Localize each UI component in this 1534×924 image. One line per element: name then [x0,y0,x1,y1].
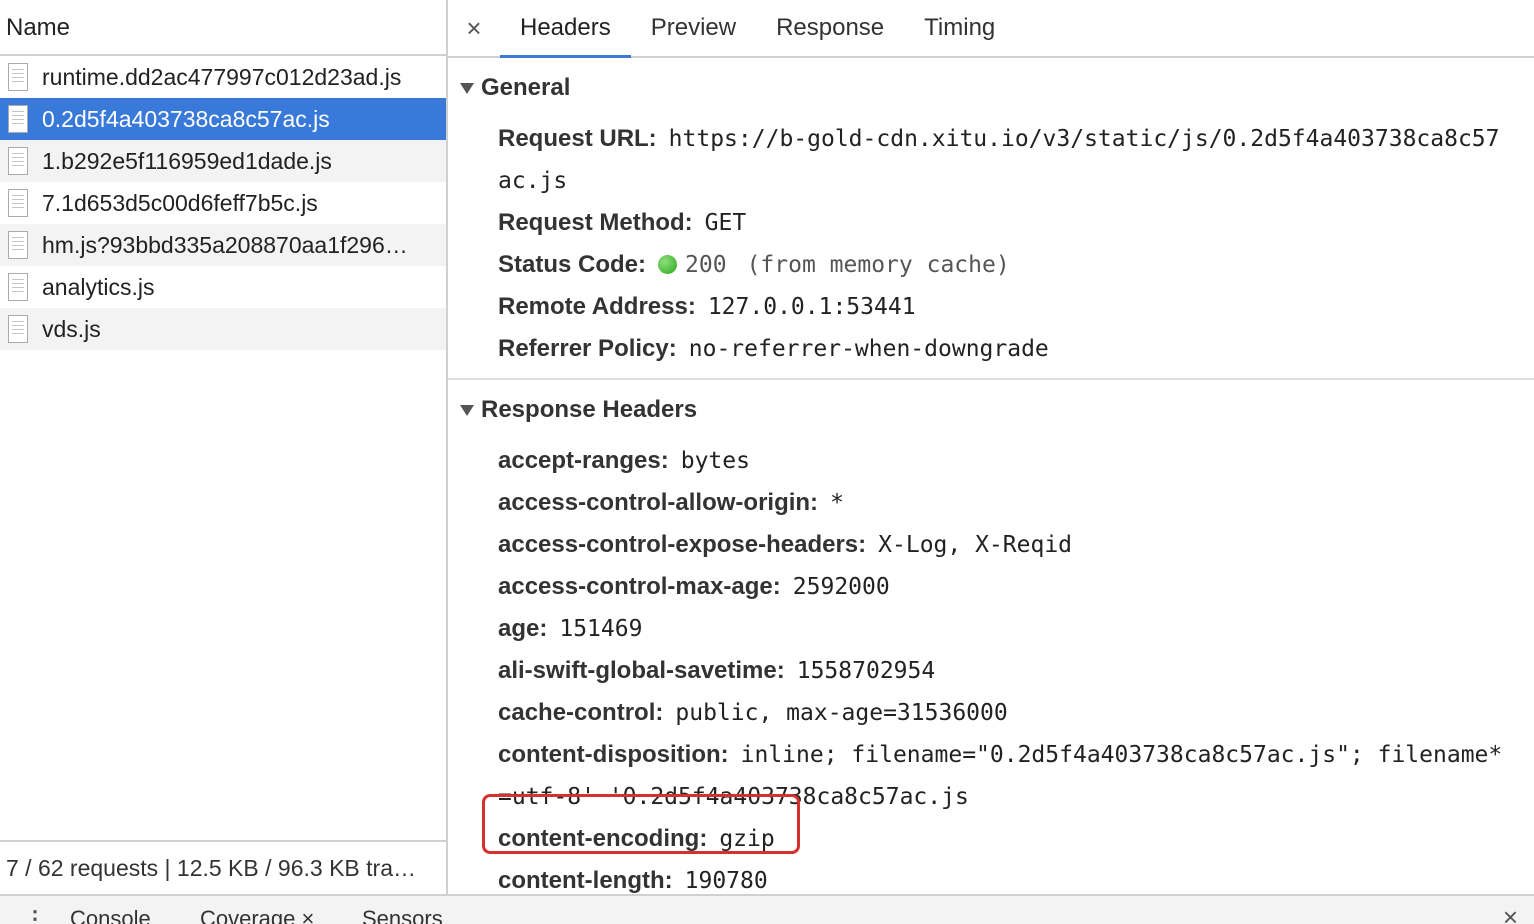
request-url-value: https://b-gold-cdn.xitu.io/v3/static/js/… [668,126,1500,152]
status-code-key: Status Code: [498,251,647,278]
request-method-row: Request Method: GET [448,202,1534,244]
status-code-note: (from memory cache) [746,252,1010,278]
name-column-header[interactable]: Name [0,0,446,56]
header-row: ali-swift-global-savetime: 1558702954 [448,650,1534,692]
request-row[interactable]: analytics.js [0,266,446,308]
drawer-tab-console[interactable]: Console [70,906,151,924]
request-name: hm.js?93bbd335a208870aa1f296… [42,231,408,258]
file-icon [8,231,28,259]
header-key: access-control-expose-headers: [498,531,867,558]
request-list-panel: Name runtime.dd2ac477997c012d23ad.js 0.2… [0,0,448,894]
triangle-down-icon [460,82,474,94]
drawer-tabbar: ⋮ Console Coverage × Sensors × [0,894,1534,924]
status-code-value: 200 [685,252,727,278]
request-url-row-cont: ac.js [448,160,1534,202]
file-icon [8,189,28,217]
header-row: content-length: 190780 [448,860,1534,894]
header-row: age: 151469 [448,608,1534,650]
header-key: content-length: [498,867,673,894]
request-row[interactable]: runtime.dd2ac477997c012d23ad.js [0,56,446,98]
header-key: accept-ranges: [498,447,669,474]
header-row: access-control-expose-headers: X-Log, X-R… [448,524,1534,566]
tab-timing[interactable]: Timing [904,0,1015,56]
remote-address-value: 127.0.0.1:53441 [707,294,916,320]
request-method-value: GET [704,210,747,236]
request-url-value-cont: ac.js [498,168,568,194]
header-key: content-disposition: [498,741,729,768]
drawer-tab-sensors[interactable]: Sensors [362,906,443,924]
header-value: inline; filename="0.2d5f4a403738ca8c57ac… [740,742,1503,768]
close-drawer-icon[interactable]: × [1503,902,1518,924]
request-row-selected[interactable]: 0.2d5f4a403738ca8c57ac.js [0,98,446,140]
close-details-icon[interactable]: × [448,0,500,56]
tab-headers[interactable]: Headers [500,0,631,58]
status-code-row: Status Code: 200 (from memory cache) [448,244,1534,286]
remote-address-row: Remote Address: 127.0.0.1:53441 [448,286,1534,328]
request-row[interactable]: hm.js?93bbd335a208870aa1f296… [0,224,446,266]
request-name: runtime.dd2ac477997c012d23ad.js [42,63,402,90]
content-encoding-highlight-box [482,794,800,854]
referrer-policy-row: Referrer Policy: no-referrer-when-downgra… [448,328,1534,370]
general-section: General Request URL: https://b-gold-cdn.x… [448,58,1534,380]
header-key: access-control-allow-origin: [498,489,819,516]
file-icon [8,147,28,175]
close-tab-icon[interactable]: × [302,906,315,924]
header-value: 151469 [559,616,643,642]
remote-address-key: Remote Address: [498,293,696,320]
header-value: 190780 [684,868,768,894]
file-icon [8,315,28,343]
header-row: content-disposition: inline; filename="0.… [448,734,1534,776]
request-name: 0.2d5f4a403738ca8c57ac.js [42,105,330,132]
header-value: * [830,490,844,516]
response-headers-title: Response Headers [481,396,698,423]
general-section-title: General [481,74,571,101]
header-value: 2592000 [792,574,890,600]
request-row[interactable]: 7.1d653d5c00d6feff7b5c.js [0,182,446,224]
more-menu-icon[interactable]: ⋮ [24,906,46,924]
header-value: public, max-age=31536000 [675,700,1008,726]
referrer-policy-value: no-referrer-when-downgrade [688,336,1049,362]
triangle-down-icon [460,404,474,416]
request-row[interactable]: 1.b292e5f116959ed1dade.js [0,140,446,182]
header-key: access-control-max-age: [498,573,781,600]
request-details-panel: × Headers Preview Response Timing Genera… [448,0,1534,894]
request-row[interactable]: vds.js [0,308,446,350]
header-value: bytes [680,448,750,474]
header-key: ali-swift-global-savetime: [498,657,785,684]
file-icon [8,63,28,91]
request-name: 7.1d653d5c00d6feff7b5c.js [42,189,318,216]
response-headers-toggle[interactable]: Response Headers [448,380,1534,440]
header-row: cache-control: public, max-age=31536000 [448,692,1534,734]
header-value: 1558702954 [796,658,936,684]
request-name: analytics.js [42,273,155,300]
general-section-toggle[interactable]: General [448,58,1534,118]
file-icon [8,273,28,301]
header-value: X-Log, X-Reqid [878,532,1073,558]
file-icon [8,105,28,133]
header-row: access-control-max-age: 2592000 [448,566,1534,608]
request-name: vds.js [42,315,101,342]
drawer-tab-coverage[interactable]: Coverage × [200,906,314,924]
request-summary-status: 7 / 62 requests | 12.5 KB / 96.3 KB tra… [0,840,446,894]
header-key: cache-control: [498,699,664,726]
request-url-key: Request URL: [498,125,657,152]
request-url-row: Request URL: https://b-gold-cdn.xitu.io/v… [448,118,1534,160]
request-method-key: Request Method: [498,209,693,236]
details-tabbar: × Headers Preview Response Timing [448,0,1534,58]
header-key: age: [498,615,548,642]
tab-preview[interactable]: Preview [631,0,756,56]
request-name: 1.b292e5f116959ed1dade.js [42,147,332,174]
referrer-policy-key: Referrer Policy: [498,335,677,362]
status-ok-dot-icon [658,255,678,274]
drawer-tab-coverage-label: Coverage [200,906,296,924]
header-row: access-control-allow-origin: * [448,482,1534,524]
header-row: accept-ranges: bytes [448,440,1534,482]
tab-response[interactable]: Response [756,0,904,56]
